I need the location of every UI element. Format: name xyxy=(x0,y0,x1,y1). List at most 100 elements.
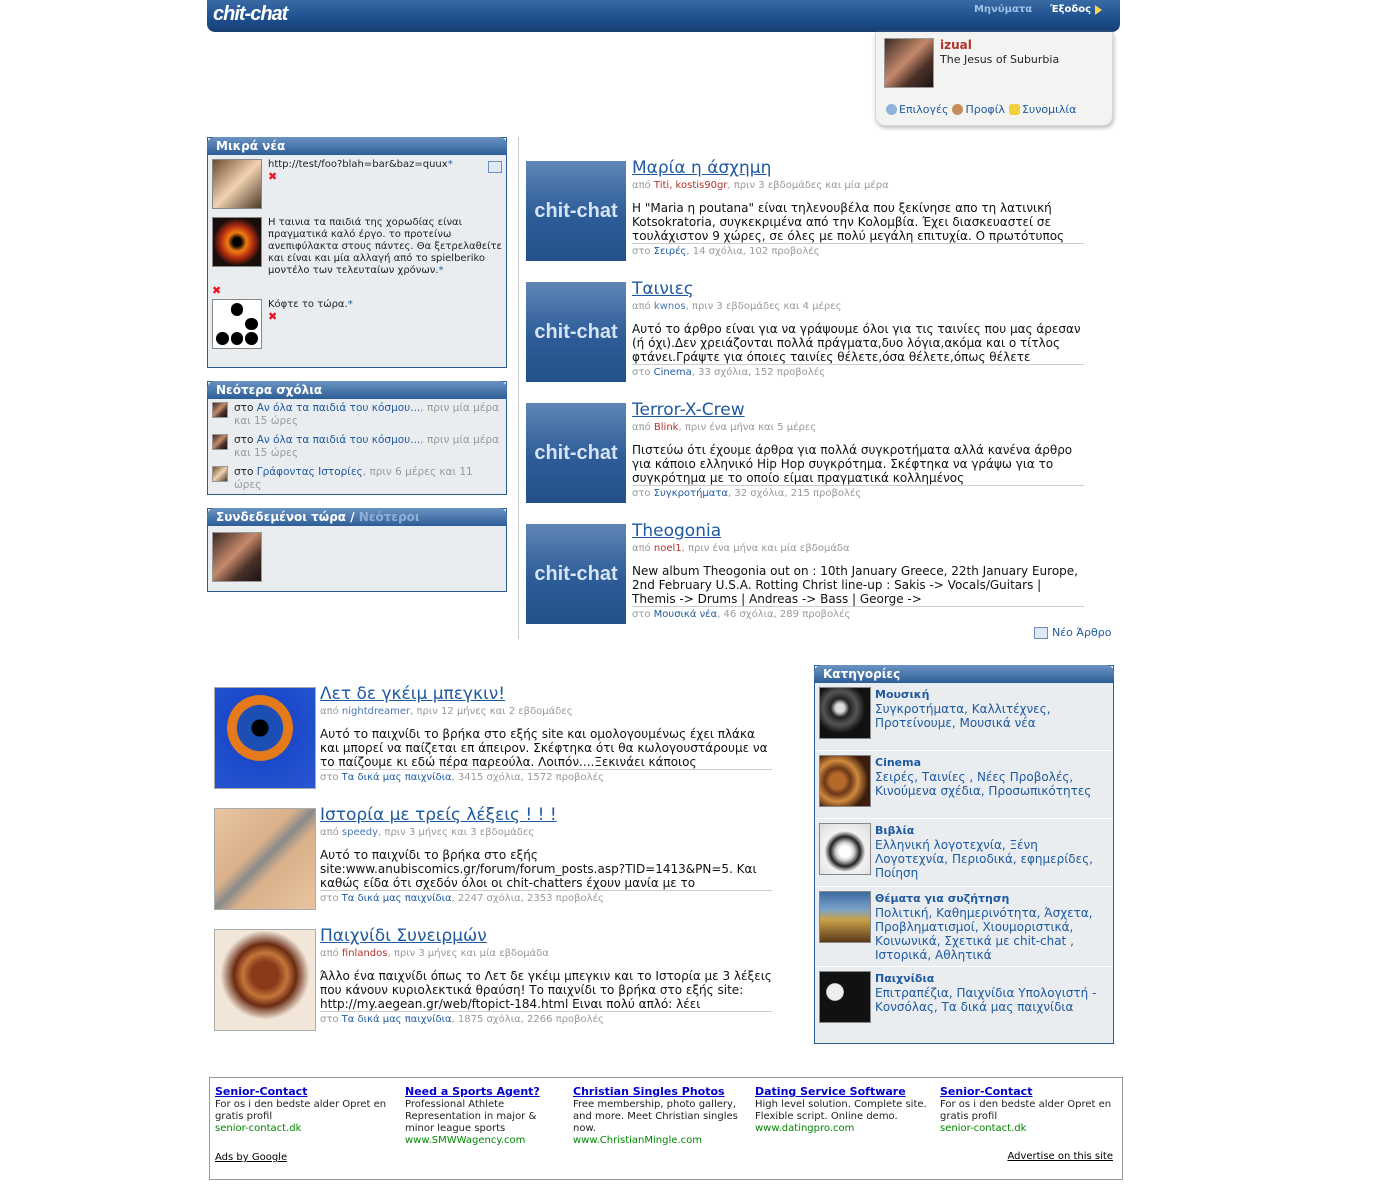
news-permalink[interactable]: * xyxy=(448,159,453,170)
game-author[interactable]: finlandos xyxy=(342,948,388,959)
article-authors[interactable]: noel1 xyxy=(654,543,682,554)
category-name[interactable]: Θέματα για συζήτηση xyxy=(875,892,1009,905)
category-thumbnail[interactable] xyxy=(819,891,871,943)
ad-url[interactable]: senior-contact.dk xyxy=(940,1123,1026,1134)
category-thumbnail[interactable] xyxy=(819,971,871,1023)
comment-avatar[interactable] xyxy=(212,434,228,450)
user-avatar[interactable] xyxy=(884,38,934,88)
game-title[interactable]: Ιστορία με τρείς λέξεις ! ! ! xyxy=(320,805,557,825)
ad-url[interactable]: www.datingpro.com xyxy=(755,1123,854,1134)
article-category-link[interactable]: Συγκροτήματα xyxy=(654,488,728,499)
game-thumbnail[interactable] xyxy=(214,929,316,1031)
game-title[interactable]: Παιχνίδι Συνειρμών xyxy=(320,926,487,946)
article-title[interactable]: Μαρία η άσχημη xyxy=(632,158,771,178)
options-link[interactable]: Επιλογές xyxy=(886,103,948,116)
comment-link[interactable]: Αν όλα τα παιδιά του κόσμου... xyxy=(257,434,421,446)
news-item: http://test/foo?blah=bar&baz=quux* ✖ xyxy=(208,155,506,213)
game-thumbnail[interactable] xyxy=(214,808,316,910)
category-links[interactable]: Ελληνική λογοτεχνία, Ξένη Λογοτεχνία, Πε… xyxy=(875,838,1093,880)
category-name[interactable]: Μουσική xyxy=(875,688,929,701)
category-thumbnail[interactable] xyxy=(819,823,871,875)
game-excerpt: Άλλο ένα παιχνίδι όπως το Λετ δε γκέιμ μ… xyxy=(320,969,772,1012)
game-category-link[interactable]: Τα δικά μας παιχνίδια xyxy=(342,893,452,904)
comment-item: στο Αν όλα τα παιδιά του κόσμου..., πριν… xyxy=(208,399,506,431)
article-thumbnail[interactable]: chit-chat xyxy=(526,524,626,624)
category-name[interactable]: Βιβλία xyxy=(875,824,914,837)
in-label: στο xyxy=(632,488,651,499)
game-author[interactable]: speedy xyxy=(342,827,378,838)
news-text: Η ταινια τα παιδιά της χορωδίας είναι πρ… xyxy=(268,217,502,276)
comment-link[interactable]: Γράφοντας Ιστορίες xyxy=(257,466,363,478)
category-thumbnail[interactable] xyxy=(819,755,871,807)
category-row: Θέματα για συζήτηση Πολιτική, Καθημερινότ… xyxy=(815,887,1113,967)
messages-link[interactable]: Μηνύματα xyxy=(974,4,1032,15)
article-category-link[interactable]: Cinema xyxy=(654,367,692,378)
profile-link[interactable]: Προφίλ xyxy=(952,103,1005,116)
category-links[interactable]: Συγκροτήματα, Καλλιτέχνες, Προτείνουμε, … xyxy=(875,702,1051,730)
news-avatar[interactable] xyxy=(212,299,262,349)
game-category-link[interactable]: Τα δικά μας παιχνίδια xyxy=(342,772,452,783)
news-avatar[interactable] xyxy=(212,159,262,209)
article-title[interactable]: Theogonia xyxy=(632,521,721,541)
article-authors[interactable]: Blink xyxy=(654,422,679,433)
ad-url[interactable]: www.ChristianMingle.com xyxy=(573,1135,702,1146)
article-title[interactable]: Terror-X-Crew xyxy=(632,400,745,420)
category-name[interactable]: Cinema xyxy=(875,756,921,769)
category-links[interactable]: Επιτραπέζια, Παιχνίδια Υπολογιστή - Κονσ… xyxy=(875,986,1096,1014)
ad-title[interactable]: Senior-Contact xyxy=(215,1085,307,1098)
article-item: chit-chat Theogonia από noel1, πριν ένα … xyxy=(526,521,1086,628)
ad-title[interactable]: Dating Service Software xyxy=(755,1085,906,1098)
comment-link[interactable]: Αν όλα τα παιδιά του κόσμου... xyxy=(257,402,421,414)
ad-url[interactable]: www.SMWWagency.com xyxy=(405,1135,525,1146)
online-panel: Συνδεδεμένοι τώρα / Νεότεροι xyxy=(207,508,507,592)
article-category-link[interactable]: Σειρές xyxy=(654,246,687,257)
site-logo[interactable]: chit-chat xyxy=(213,3,288,26)
logout-link[interactable]: Έξοδος xyxy=(1050,4,1102,15)
category-links[interactable]: Σειρές, Ταινίες , Νέες Προβολές, Κινούμε… xyxy=(875,770,1091,798)
news-avatar[interactable] xyxy=(212,217,262,267)
category-row: Cinema Σειρές, Ταινίες , Νέες Προβολές, Κ… xyxy=(815,751,1113,819)
ad-title[interactable]: Senior-Contact xyxy=(940,1085,1032,1098)
ads-by-google-link[interactable]: Ads by Google xyxy=(215,1152,287,1163)
news-text: Κόφτε το τώρα. xyxy=(268,299,348,310)
article-excerpt: Η "Maria η poutana" είναι τηλενουβέλα πο… xyxy=(632,201,1084,244)
article-stats: , 14 σχόλια, 102 προβολές xyxy=(686,246,820,257)
ad-title[interactable]: Need a Sports Agent? xyxy=(405,1085,540,1098)
comment-avatar[interactable] xyxy=(212,402,228,418)
comment-prefix: στο xyxy=(234,402,254,414)
category-links[interactable]: Πολιτική, Καθημερινότητα, Άσχετα, Προβλη… xyxy=(875,906,1093,962)
news-permalink[interactable]: * xyxy=(348,299,353,310)
article-category-link[interactable]: Μουσικά νέα xyxy=(654,609,718,620)
article-stats: , 32 σχόλια, 215 προβολές xyxy=(727,488,862,499)
delete-icon[interactable]: ✖ xyxy=(268,311,277,323)
ad-title[interactable]: Christian Singles Photos xyxy=(573,1085,725,1098)
game-item: Παιχνίδι Συνειρμών από finlandos, πριν 3… xyxy=(214,926,774,1033)
news-permalink[interactable]: * xyxy=(439,265,444,276)
comment-avatar[interactable] xyxy=(212,466,228,482)
ad-item: Need a Sports Agent? Professional Athlete… xyxy=(405,1086,565,1147)
add-news-icon[interactable] xyxy=(488,161,502,173)
category-thumbnail[interactable] xyxy=(819,687,871,739)
game-title[interactable]: Λετ δε γκέιμ μπεγκιν! xyxy=(320,684,505,704)
advertise-link[interactable]: Advertise on this site xyxy=(1007,1151,1113,1162)
online-user-avatar[interactable] xyxy=(212,532,262,582)
article-thumbnail[interactable]: chit-chat xyxy=(526,282,626,382)
game-thumbnail[interactable] xyxy=(214,687,316,789)
category-name[interactable]: Παιχνίδια xyxy=(875,972,934,985)
game-category-link[interactable]: Τα δικά μας παιχνίδια xyxy=(342,1014,452,1025)
article-excerpt: Πιστεύω ότι έχουμε άρθρα για πολλά συγκρ… xyxy=(632,443,1084,486)
new-article-link[interactable]: Νέο Άρθρο xyxy=(1034,626,1111,639)
ad-url[interactable]: senior-contact.dk xyxy=(215,1123,301,1134)
newest-users-link[interactable]: Νεότεροι xyxy=(359,510,420,524)
article-authors[interactable]: Titi, kostis90gr xyxy=(654,180,728,191)
game-author[interactable]: nightdreamer xyxy=(342,706,410,717)
chat-link[interactable]: Συνομιλία xyxy=(1008,103,1076,116)
article-thumbnail[interactable]: chit-chat xyxy=(526,403,626,503)
article-title[interactable]: Ταινιες xyxy=(632,279,694,299)
delete-icon[interactable]: ✖ xyxy=(268,171,277,183)
article-authors[interactable]: kwnos xyxy=(654,301,686,312)
user-box: izual The Jesus of Suburbia Επιλογές Προ… xyxy=(875,32,1113,126)
by-label: από xyxy=(320,706,339,717)
user-name[interactable]: izual xyxy=(940,38,972,52)
article-thumbnail[interactable]: chit-chat xyxy=(526,161,626,261)
